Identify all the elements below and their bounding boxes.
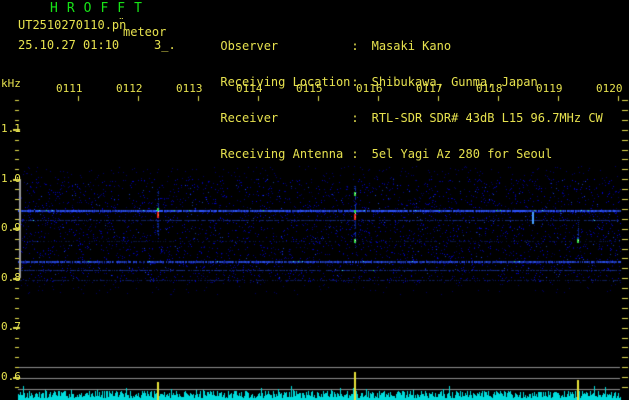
- info-label: Receiver: [220, 111, 279, 125]
- datetime-suffix: 3_.: [154, 38, 176, 52]
- info-row-receiver: Receiver: RTL-SDR SDR# 43dB L15 96.7MHz C…: [177, 100, 602, 124]
- info-row-observer: Observer: Masaki Kano: [177, 28, 603, 52]
- datetime-label: 25.10.27 01:10: [18, 38, 120, 52]
- info-value: Masaki Kano: [371, 39, 452, 53]
- info-label: Observer: [220, 39, 279, 53]
- info-row-antenna: Receiving Antenna:5el Yagi Az 280 for Se…: [177, 136, 603, 160]
- x-tick-label: 0113: [176, 82, 203, 95]
- app-title: HROFFT: [50, 1, 151, 16]
- y-tick-label: 1.1: [1, 122, 21, 135]
- hrofft-screen: HROFFT UT2510270110.pn ¨ meteor 25.10.27…: [0, 0, 629, 400]
- x-tick-label: 0117: [416, 82, 443, 95]
- y-tick-label: 0.7: [1, 320, 21, 333]
- x-tick-label: 0114: [236, 82, 263, 95]
- y-tick-label: 0.6: [1, 370, 21, 383]
- info-value: Shibukawa, Gunma, Japan: [371, 75, 538, 89]
- info-value: 5el Yagi Az 280 for Seoul: [371, 147, 553, 161]
- band-label: meteor: [123, 25, 167, 39]
- info-separator: :: [351, 111, 359, 125]
- info-value: RTL-SDR SDR# 43dB L15 96.7MHz CW: [371, 111, 603, 125]
- info-separator: :: [351, 147, 359, 161]
- filename-label: UT2510270110.pn: [18, 18, 127, 32]
- x-tick-label: 0116: [356, 82, 383, 95]
- x-tick-label: 0119: [536, 82, 563, 95]
- x-tick-label: 0112: [116, 82, 143, 95]
- x-tick-label: 0118: [476, 82, 503, 95]
- info-row-location: Receiving Location: Shibukawa, Gunma, Jap…: [177, 64, 603, 88]
- x-tick-label: 0120: [596, 82, 623, 95]
- y-tick-label: 0.8: [1, 271, 21, 284]
- info-label: Receiving Antenna: [220, 147, 344, 161]
- y-axis-unit-label: kHz: [1, 77, 21, 90]
- y-tick-label: 0.9: [1, 221, 21, 234]
- x-tick-label: 0115: [296, 82, 323, 95]
- y-tick-label: 1.0: [1, 172, 21, 185]
- info-separator: :: [351, 39, 359, 53]
- x-tick-label: 0111: [56, 82, 83, 95]
